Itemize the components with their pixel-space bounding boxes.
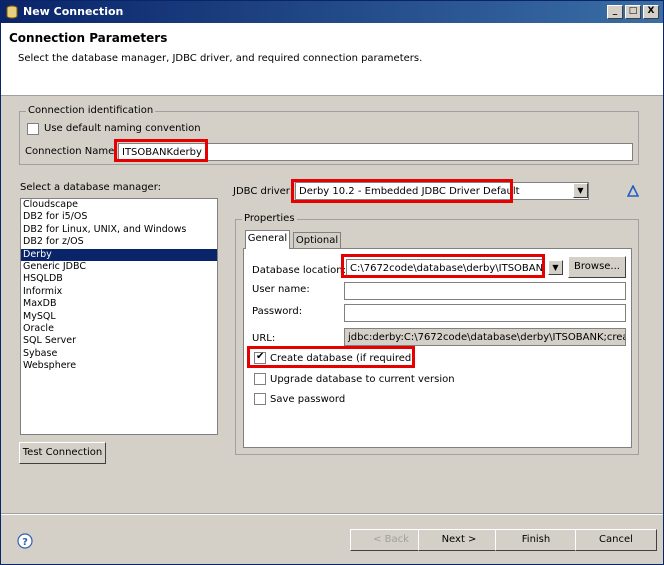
list-item[interactable]: DB2 for Linux, UNIX, and Windows xyxy=(21,224,217,236)
finish-button[interactable]: Finish xyxy=(495,529,577,551)
list-item[interactable]: MaxDB xyxy=(21,298,217,310)
page-title: Connection Parameters xyxy=(9,31,168,45)
list-item[interactable]: HSQLDB xyxy=(21,273,217,285)
properties-label: Properties xyxy=(242,213,297,224)
user-name-input[interactable] xyxy=(344,282,626,300)
db-location-label: Database location: xyxy=(252,265,346,276)
save-password-checkbox[interactable] xyxy=(254,393,266,405)
list-item[interactable]: DB2 for z/OS xyxy=(21,236,217,248)
close-button[interactable]: X xyxy=(643,5,659,19)
connection-name-label: Connection Name: xyxy=(25,146,118,157)
upgrade-database-label: Upgrade database to current version xyxy=(270,374,455,385)
connection-identification-group: Connection identification Use default na… xyxy=(19,105,639,165)
list-item[interactable]: Sybase xyxy=(21,348,217,360)
list-item-selected[interactable]: Derby xyxy=(21,248,217,261)
highlight-connection-name xyxy=(114,139,208,162)
url-field: jdbc:derby:C:\7672code\database\derby\IT… xyxy=(344,328,626,346)
highlight-create-database xyxy=(247,346,415,368)
password-label: Password: xyxy=(252,306,303,317)
connection-identification-label: Connection identification xyxy=(26,105,156,116)
cancel-button[interactable]: Cancel xyxy=(575,529,657,551)
header-area: Connection Parameters Select the databas… xyxy=(1,23,663,96)
window-title: New Connection xyxy=(23,5,124,18)
db-location-dropdown-arrow-icon[interactable]: ▼ xyxy=(548,260,563,275)
list-item[interactable]: Oracle xyxy=(21,323,217,335)
tab-optional[interactable]: Optional xyxy=(293,232,341,249)
new-connection-window: New Connection _ □ X Connection Paramete… xyxy=(0,0,664,565)
list-item[interactable]: Generic JDBC xyxy=(21,261,217,273)
maximize-button[interactable]: □ xyxy=(625,5,641,19)
footer-separator xyxy=(1,513,663,515)
minimize-button[interactable]: _ xyxy=(607,5,623,19)
password-input[interactable] xyxy=(344,304,626,322)
db-manager-label: Select a database manager: xyxy=(20,182,162,193)
use-default-naming-checkbox[interactable] xyxy=(27,123,39,135)
list-item[interactable]: Informix xyxy=(21,286,217,298)
jdbc-dropdown-arrow-icon[interactable]: ▼ xyxy=(573,183,588,198)
list-item[interactable]: DB2 for i5/OS xyxy=(21,211,217,223)
test-connection-button[interactable]: Test Connection xyxy=(19,442,106,464)
save-password-label: Save password xyxy=(270,394,346,405)
user-name-label: User name: xyxy=(252,284,310,295)
jdbc-driver-label: JDBC driver: xyxy=(233,186,294,197)
app-icon xyxy=(6,5,18,19)
next-button[interactable]: Next > xyxy=(418,529,500,551)
browse-button[interactable]: Browse... xyxy=(568,256,626,278)
title-bar: New Connection _ □ X xyxy=(1,1,663,23)
warning-icon xyxy=(627,185,639,197)
highlight-db-location xyxy=(341,254,545,278)
list-item[interactable]: Websphere xyxy=(21,360,217,372)
use-default-naming-label: Use default naming convention xyxy=(44,123,201,134)
list-item[interactable]: SQL Server xyxy=(21,335,217,347)
list-item[interactable]: Cloudscape xyxy=(21,199,217,211)
highlight-jdbc-driver xyxy=(291,179,513,203)
db-manager-list[interactable]: Cloudscape DB2 for i5/OS DB2 for Linux, … xyxy=(20,198,218,435)
svg-text:?: ? xyxy=(22,537,28,548)
list-item[interactable]: MySQL xyxy=(21,311,217,323)
help-icon[interactable]: ? xyxy=(17,533,33,549)
upgrade-database-checkbox[interactable] xyxy=(254,373,266,385)
tab-general[interactable]: General xyxy=(245,230,290,249)
page-description: Select the database manager, JDBC driver… xyxy=(18,53,423,64)
url-label: URL: xyxy=(252,333,276,344)
